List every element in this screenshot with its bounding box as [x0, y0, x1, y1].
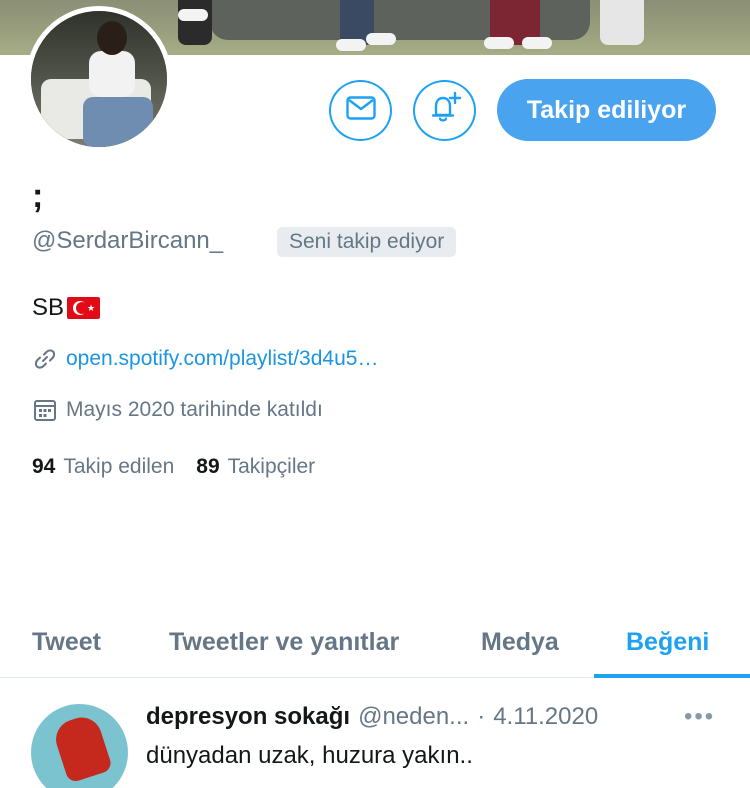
- banner-shoe: [484, 37, 514, 49]
- tweet-header: depresyon sokağı @neden... · 4.11.2020: [146, 701, 598, 733]
- avatar-hand: [50, 712, 114, 784]
- profile-link-text[interactable]: open.spotify.com/playlist/3d4u5…: [66, 345, 378, 373]
- more-options-icon[interactable]: •••: [684, 701, 715, 733]
- profile-bio: SB ★: [32, 293, 101, 323]
- turkey-flag-icon: ★: [67, 297, 101, 319]
- avatar-shirt: [89, 51, 135, 97]
- following-count-link[interactable]: 94 Takip edilen: [32, 453, 174, 481]
- bell-plus-icon: [428, 91, 462, 130]
- message-button[interactable]: [329, 80, 392, 141]
- banner-shoe: [522, 37, 552, 49]
- profile-handle: @SerdarBircann_: [32, 227, 224, 254]
- tweet-author-name[interactable]: depresyon sokağı: [146, 701, 350, 733]
- follow-counts: 94 Takip edilen 89 Takipçiler: [32, 453, 337, 481]
- banner-shoe: [336, 39, 366, 51]
- following-button[interactable]: Takip ediliyor: [497, 79, 716, 141]
- banner-shoe: [178, 9, 208, 21]
- follows-you-badge: Seni takip ediyor: [277, 227, 457, 257]
- tab-media[interactable]: Medya: [481, 606, 559, 678]
- tweet-date[interactable]: 4.11.2020: [493, 701, 598, 733]
- tweet-author-handle[interactable]: @neden...: [358, 701, 469, 733]
- tweet-item[interactable]: depresyon sokağı @neden... · 4.11.2020 •…: [0, 679, 750, 788]
- banner-person: [600, 0, 644, 45]
- envelope-icon: [345, 96, 376, 125]
- calendar-icon: [32, 397, 58, 423]
- avatar-legs: [83, 97, 153, 147]
- profile-tabs: Tweet Tweetler ve yanıtlar Medya Beğeni: [0, 606, 750, 678]
- profile-avatar[interactable]: [26, 6, 172, 152]
- followers-count-link[interactable]: 89 Takipçiler: [196, 453, 315, 481]
- tab-likes[interactable]: Beğeni: [626, 606, 709, 678]
- link-icon: [32, 346, 58, 372]
- following-label: Takip edilen: [63, 455, 175, 478]
- bio-text: SB: [32, 294, 65, 321]
- banner-shoe: [366, 33, 396, 45]
- tweet-separator: ·: [477, 703, 486, 730]
- tweet-author-avatar[interactable]: [31, 704, 128, 788]
- following-count: 94: [32, 455, 56, 478]
- followers-label: Takipçiler: [227, 455, 316, 478]
- tweet-text: dünyadan uzak, huzura yakın..: [146, 742, 473, 769]
- tab-tweets-and-replies[interactable]: Tweetler ve yanıtlar: [169, 606, 399, 678]
- display-name: ;: [32, 177, 44, 215]
- tab-tweets[interactable]: Tweet: [32, 606, 101, 678]
- profile-link[interactable]: open.spotify.com/playlist/3d4u5…: [32, 345, 378, 373]
- avatar-head: [97, 21, 127, 55]
- joined-text: Mayıs 2020 tarihinde katıldı: [66, 398, 323, 421]
- active-tab-indicator: [594, 674, 750, 678]
- followers-count: 89: [196, 455, 220, 478]
- joined-date: Mayıs 2020 tarihinde katıldı: [32, 396, 323, 424]
- banner-person: [178, 0, 212, 45]
- notifications-button[interactable]: [413, 80, 476, 141]
